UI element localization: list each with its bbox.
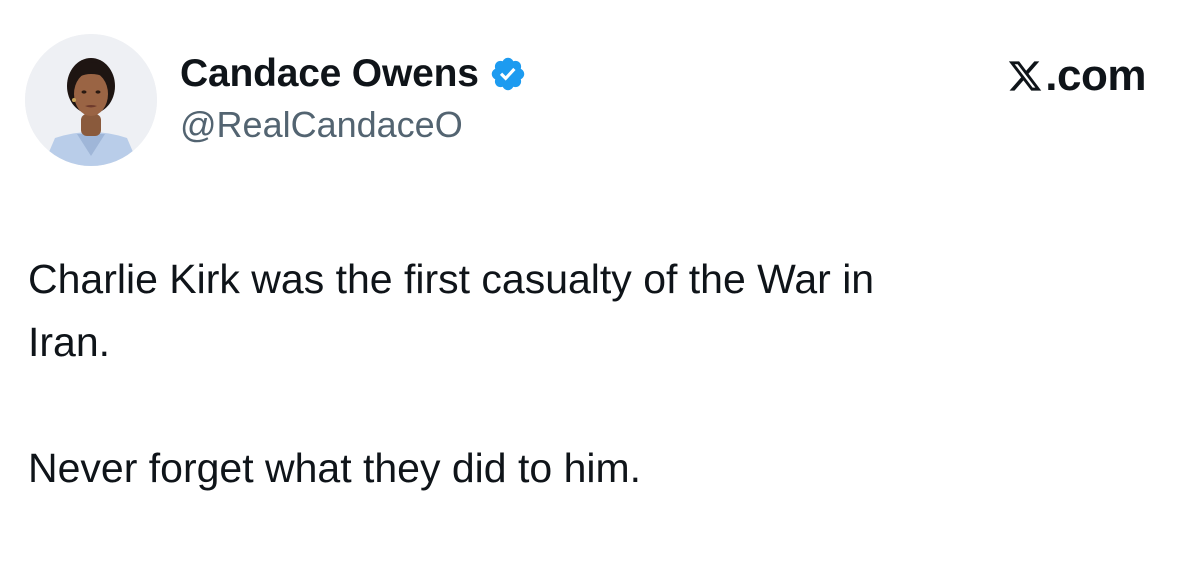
post-paragraph: Charlie Kirk was the first casualty of t… (28, 256, 875, 365)
author-block: Candace Owens @RealCandaceO (180, 48, 527, 148)
verified-badge-icon (489, 55, 527, 93)
post-paragraph: Never forget what they did to him. (28, 445, 642, 491)
name-row: Candace Owens (180, 48, 527, 100)
post-text: Charlie Kirk was the first casualty of t… (28, 248, 1148, 500)
brand-label: .com (1045, 51, 1146, 100)
brand-watermark: .com (1007, 50, 1146, 102)
user-handle[interactable]: @RealCandaceO (180, 102, 527, 148)
profile-photo (25, 34, 157, 166)
x-logo-icon (1007, 58, 1043, 94)
display-name[interactable]: Candace Owens (180, 48, 479, 100)
avatar[interactable] (25, 34, 157, 166)
post-card: Candace Owens @RealCandaceO .com Charlie… (0, 0, 1200, 561)
brand-domain: com (1057, 51, 1146, 100)
